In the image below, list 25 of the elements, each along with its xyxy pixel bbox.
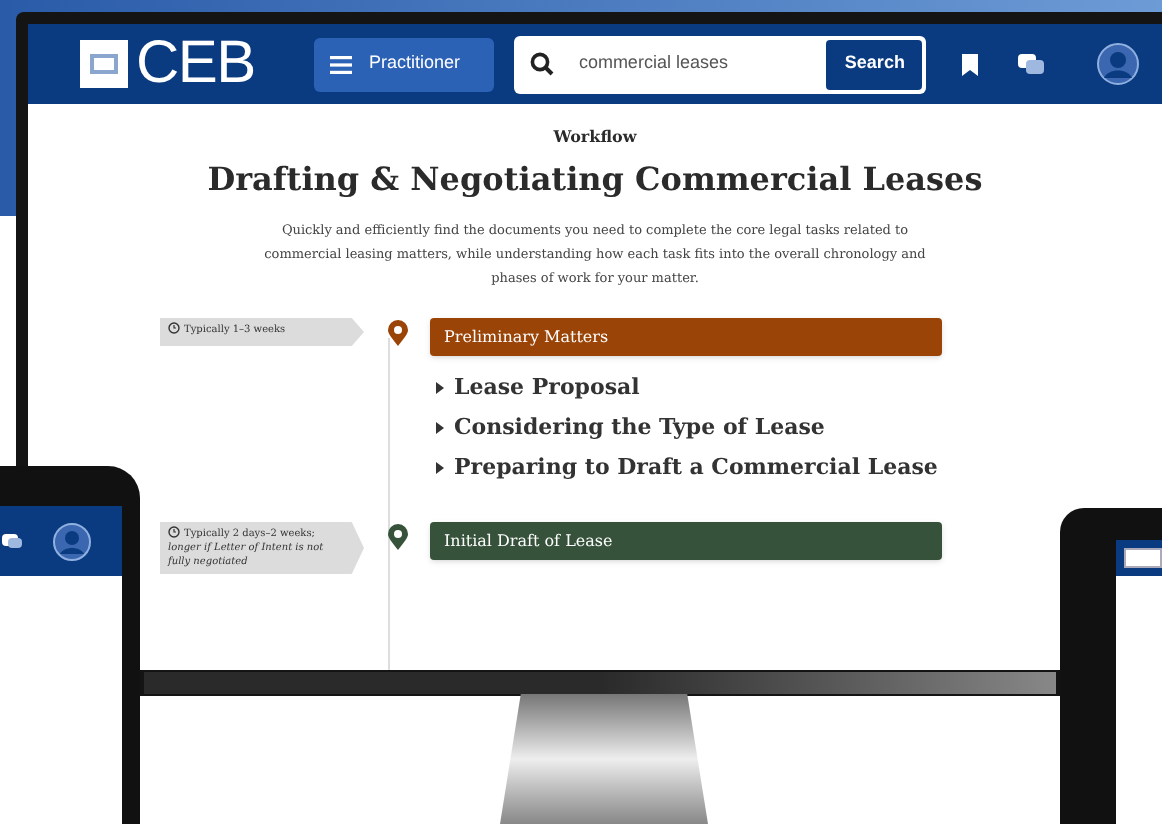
menu-icon (330, 55, 353, 73)
clock-icon (168, 526, 180, 538)
avatar-icon (52, 521, 92, 561)
bookmark-icon[interactable] (962, 53, 979, 75)
expand-caret-icon[interactable] (436, 381, 444, 393)
practitioner-menu-button[interactable]: Practitioner (314, 37, 495, 91)
task-link[interactable]: Preparing to Draft a Commercial Lease (454, 452, 938, 482)
phase-header[interactable]: Preliminary Matters (430, 318, 942, 356)
clock-icon (168, 322, 180, 334)
phase-header[interactable]: Initial Draft of Lease (430, 522, 942, 560)
task-link[interactable]: Lease Proposal (454, 372, 640, 402)
task-link[interactable]: Considering the Type of Lease (454, 412, 825, 442)
chat-icon (0, 531, 24, 551)
phone-logo (1124, 548, 1162, 568)
avatar-icon[interactable] (1096, 42, 1141, 86)
logo-mark-icon (80, 40, 128, 88)
chat-icon[interactable] (1018, 53, 1045, 75)
search-button[interactable]: Search (826, 39, 923, 89)
page-title: Drafting & Negotiating Commercial Leases (205, 158, 985, 202)
search-field[interactable]: commercial leases Search (514, 35, 927, 93)
eyebrow-label: Workflow (553, 124, 637, 148)
logo-text[interactable]: CEB (136, 34, 255, 94)
expand-caret-icon[interactable] (436, 461, 444, 473)
search-icon (530, 52, 555, 76)
expand-caret-icon[interactable] (436, 421, 444, 433)
